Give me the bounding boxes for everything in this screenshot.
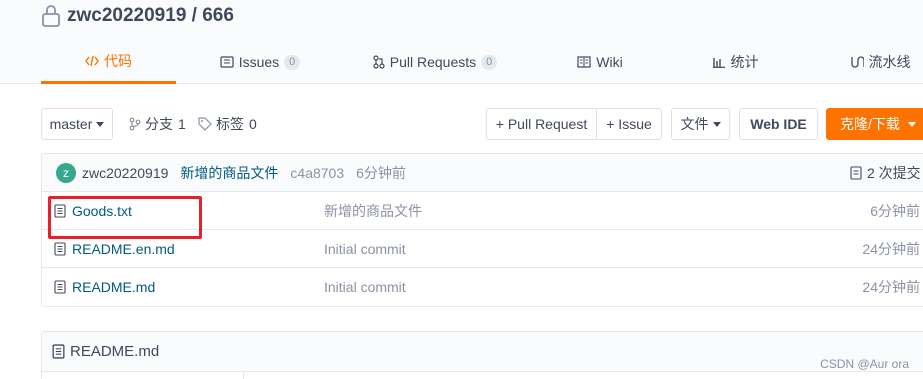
file-row[interactable]: README.md Initial commit 24分钟前 bbox=[42, 268, 923, 306]
latest-commit-bar: z zwc20220919 新增的商品文件 c4a8703 6分钟前 2 次提交 bbox=[42, 154, 923, 192]
chevron-down-icon bbox=[712, 121, 721, 127]
new-issue-button[interactable]: + Issue bbox=[596, 108, 662, 140]
tags-link[interactable]: 标签 0 bbox=[198, 108, 257, 140]
file-commit-time: 24分钟前 bbox=[862, 279, 920, 295]
file-dropdown[interactable]: 文件 bbox=[671, 108, 730, 140]
clone-download-button[interactable]: 克隆/下载 bbox=[826, 108, 923, 140]
readme-title: README.md bbox=[70, 343, 160, 360]
branch-icon bbox=[129, 117, 141, 131]
watermark: CSDN @Aur ora bbox=[820, 357, 909, 371]
new-pull-request-button[interactable]: + Pull Request bbox=[486, 108, 597, 140]
commit-message[interactable]: 新增的商品文件 bbox=[180, 163, 278, 183]
file-commit-time: 6分钟前 bbox=[870, 203, 920, 219]
web-ide-button[interactable]: Web IDE bbox=[739, 108, 818, 140]
highlight-box bbox=[48, 196, 202, 239]
tab-code[interactable]: 代码 bbox=[41, 40, 176, 84]
commit-author[interactable]: zwc20220919 bbox=[82, 165, 168, 181]
file-commit-time: 24分钟前 bbox=[862, 241, 920, 257]
commit-count-link[interactable]: 2 次提交 bbox=[850, 154, 921, 192]
divider bbox=[243, 372, 244, 379]
issues-count-badge: 0 bbox=[284, 54, 301, 70]
commit-hash[interactable]: c4a8703 bbox=[290, 165, 344, 181]
file-icon bbox=[54, 242, 66, 256]
file-icon bbox=[54, 280, 66, 294]
pull-request-icon bbox=[373, 55, 385, 69]
file-name-link[interactable]: README.md bbox=[72, 279, 155, 295]
branch-select[interactable]: master bbox=[41, 108, 113, 140]
tab-pull-requests[interactable]: Pull Requests 0 bbox=[365, 40, 505, 84]
readme-header: README.md bbox=[42, 332, 923, 372]
avatar[interactable]: z bbox=[56, 162, 76, 183]
stats-icon bbox=[712, 56, 726, 68]
tab-issues[interactable]: Issues 0 bbox=[210, 40, 310, 84]
issues-icon bbox=[220, 55, 234, 69]
repo-header: zwc20220919 / 666 代码 Issues 0 Pull Reque… bbox=[0, 0, 923, 84]
commit-time: 6分钟前 bbox=[356, 164, 406, 181]
chevron-down-icon bbox=[96, 121, 105, 127]
pipeline-icon bbox=[850, 55, 864, 69]
file-name-link[interactable]: README.en.md bbox=[72, 241, 175, 257]
tab-stats[interactable]: 统计 bbox=[700, 40, 770, 84]
repo-name[interactable]: zwc20220919 / 666 bbox=[67, 5, 234, 27]
repo-title: zwc20220919 / 666 bbox=[41, 4, 234, 28]
tab-wiki[interactable]: Wiki bbox=[565, 40, 635, 84]
chevron-down-icon bbox=[907, 121, 916, 127]
readme-panel: README.md bbox=[41, 331, 923, 379]
code-icon bbox=[85, 54, 99, 68]
readme-icon bbox=[52, 344, 65, 359]
file-commit-message[interactable]: Initial commit bbox=[324, 268, 406, 306]
file-commit-message[interactable]: Initial commit bbox=[324, 230, 406, 268]
commits-icon bbox=[850, 166, 862, 180]
branches-link[interactable]: 分支 1 bbox=[129, 108, 186, 140]
tag-icon bbox=[198, 117, 212, 131]
tab-pipeline[interactable]: 流水线 bbox=[835, 40, 923, 84]
file-commit-message[interactable]: 新增的商品文件 bbox=[324, 192, 422, 230]
pull-requests-count-badge: 0 bbox=[481, 54, 498, 70]
repo-tabs: 代码 Issues 0 Pull Requests 0 Wiki 统计 流水线 bbox=[0, 40, 923, 84]
lock-icon bbox=[42, 5, 60, 27]
wiki-icon bbox=[577, 56, 591, 68]
